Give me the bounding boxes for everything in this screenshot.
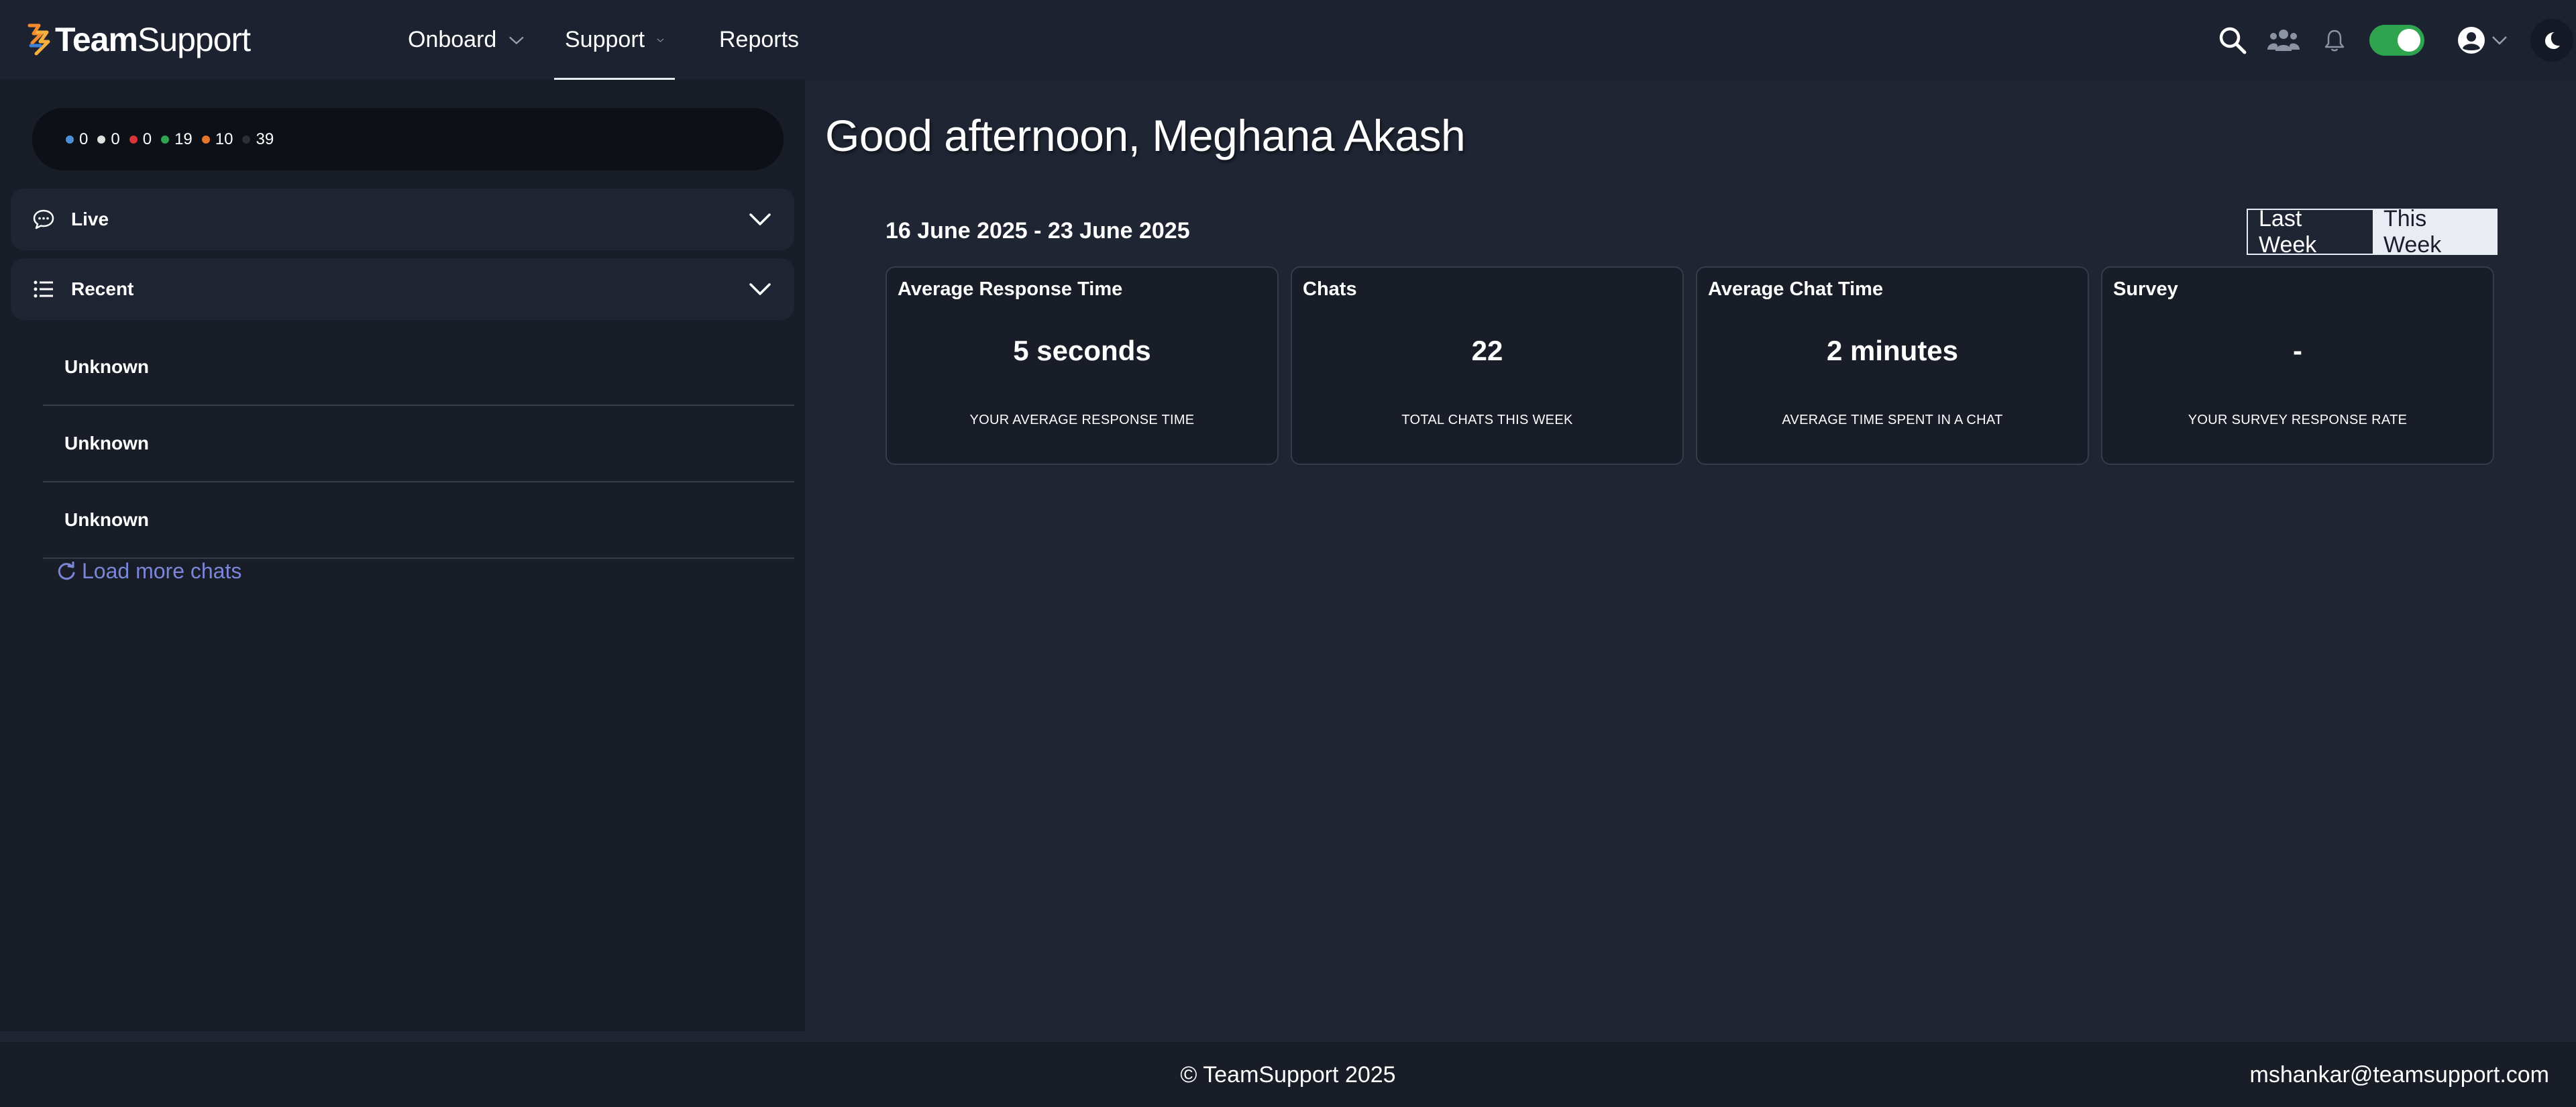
status-count: 0 [66, 130, 88, 149]
recent-section-header[interactable]: Recent [11, 258, 794, 320]
last-week-button[interactable]: Last Week [2248, 206, 2373, 258]
team-button[interactable] [2266, 23, 2301, 58]
card-subtitle: TOTAL CHATS THIS WEEK [1401, 413, 1573, 427]
status-count: 10 [201, 129, 233, 149]
chat-bubble-icon [33, 209, 54, 229]
chevron-down-icon [749, 213, 771, 225]
status-dot-orange [201, 135, 210, 144]
teamsupport-logo[interactable]: TeamSupport [27, 19, 251, 60]
status-count: 0 [129, 130, 152, 149]
refresh-icon [58, 561, 75, 580]
status-count-value: 10 [215, 129, 233, 148]
chat-list-item[interactable]: Unknown [43, 406, 794, 482]
date-range: 16 June 2025 - 23 June 2025 [885, 218, 1190, 244]
chat-list-item[interactable]: Unknown [43, 482, 794, 559]
status-count-value: 19 [174, 129, 193, 148]
chevron-down-icon [749, 283, 771, 295]
availability-toggle[interactable] [2369, 24, 2424, 56]
status-count: 0 [97, 129, 120, 149]
recent-chat-list: Unknown Unknown Unknown [43, 329, 794, 559]
live-section-header[interactable]: Live [11, 189, 794, 250]
load-more-chats-link[interactable]: Load more chats [56, 559, 241, 584]
search-button[interactable] [2215, 23, 2250, 58]
card-title: Average Response Time [898, 278, 1123, 300]
card-value: 22 [1471, 335, 1503, 366]
week-toggle: Last Week This Week [2247, 206, 2498, 258]
status-dot-red [129, 135, 138, 144]
chat-name: Unknown [64, 509, 149, 530]
status-count-value: 0 [111, 129, 120, 148]
status-dot-blue [66, 135, 74, 144]
card-title: Average Chat Time [1708, 278, 1884, 300]
nav-reports-label: Reports [719, 27, 800, 52]
load-more-label: Load more chats [82, 559, 242, 583]
chevron-down-icon [657, 38, 664, 42]
page-title: Good afternoon, Meghana Akash [825, 111, 1466, 160]
chat-name: Unknown [64, 433, 149, 454]
card-value: 5 seconds [1013, 335, 1151, 366]
stat-card-chats: Chats 22 TOTAL CHATS THIS WEEK [1291, 266, 1684, 465]
nav-support[interactable]: Support [545, 0, 684, 80]
card-subtitle: AVERAGE TIME SPENT IN A CHAT [1782, 413, 2003, 427]
nav-onboard[interactable]: Onboard [380, 0, 545, 80]
status-count-value: 39 [256, 129, 274, 148]
chat-list-item[interactable]: Unknown [43, 329, 794, 406]
card-subtitle: YOUR AVERAGE RESPONSE TIME [969, 413, 1195, 427]
chevron-down-icon [509, 36, 524, 44]
logo-text: TeamSupport [55, 21, 251, 58]
notifications-button[interactable] [2321, 27, 2348, 54]
toggle-knob [2398, 28, 2420, 52]
status-dot-white [97, 135, 106, 144]
bell-icon [2324, 30, 2345, 51]
status-count: 19 [161, 130, 193, 149]
chat-name: Unknown [64, 356, 149, 377]
people-icon [2267, 29, 2300, 51]
user-email: mshankar@teamsupport.com [2249, 1062, 2549, 1088]
logo-mark-icon [28, 23, 50, 56]
status-count: 39 [242, 130, 274, 149]
main-nav: Onboard Support Reports [380, 0, 799, 80]
card-title: Chats [1303, 278, 1357, 300]
status-dot-black [242, 135, 251, 144]
recent-section-label: Recent [71, 278, 134, 299]
top-bar: TeamSupport Onboard Support Reports [0, 0, 2576, 80]
this-week-button[interactable]: This Week [2373, 206, 2496, 258]
user-menu[interactable] [2457, 25, 2508, 55]
copyright-text: © TeamSupport 2025 [1180, 1062, 1396, 1088]
status-count-value: 0 [142, 129, 152, 148]
nav-reports[interactable]: Reports [684, 0, 799, 80]
sidebar: 0 0 0 19 10 39 Live Recent Unknown Unkno… [0, 80, 805, 1031]
card-value: 2 minutes [1826, 335, 1959, 366]
theme-toggle-button[interactable] [2530, 18, 2573, 62]
header-actions [2215, 0, 2576, 80]
card-title: Survey [2113, 278, 2178, 300]
live-section-label: Live [71, 209, 109, 229]
nav-support-label: Support [565, 27, 645, 52]
status-summary: 0 0 0 19 10 39 [32, 108, 784, 170]
stat-card-average-chat-time: Average Chat Time 2 minutes AVERAGE TIME… [1696, 266, 2089, 465]
main-content: Good afternoon, Meghana Akash 16 June 20… [805, 80, 2576, 1031]
user-circle-icon [2458, 26, 2485, 54]
stat-card-average-response-time: Average Response Time 5 seconds YOUR AVE… [885, 266, 1279, 465]
chevron-down-icon [2492, 36, 2507, 45]
stat-card-survey: Survey - YOUR SURVEY RESPONSE RATE [2101, 266, 2494, 465]
card-subtitle: YOUR SURVEY RESPONSE RATE [2188, 413, 2408, 427]
nav-onboard-label: Onboard [408, 27, 497, 52]
list-icon [34, 280, 53, 298]
footer: © TeamSupport 2025 mshankar@teamsupport.… [0, 1042, 2576, 1107]
card-value: - [2293, 335, 2302, 366]
status-dot-green [161, 135, 170, 144]
status-count-value: 0 [79, 129, 89, 148]
moon-icon [2545, 32, 2560, 49]
stats-cards: Average Response Time 5 seconds YOUR AVE… [885, 266, 2576, 465]
search-icon [2219, 27, 2247, 54]
